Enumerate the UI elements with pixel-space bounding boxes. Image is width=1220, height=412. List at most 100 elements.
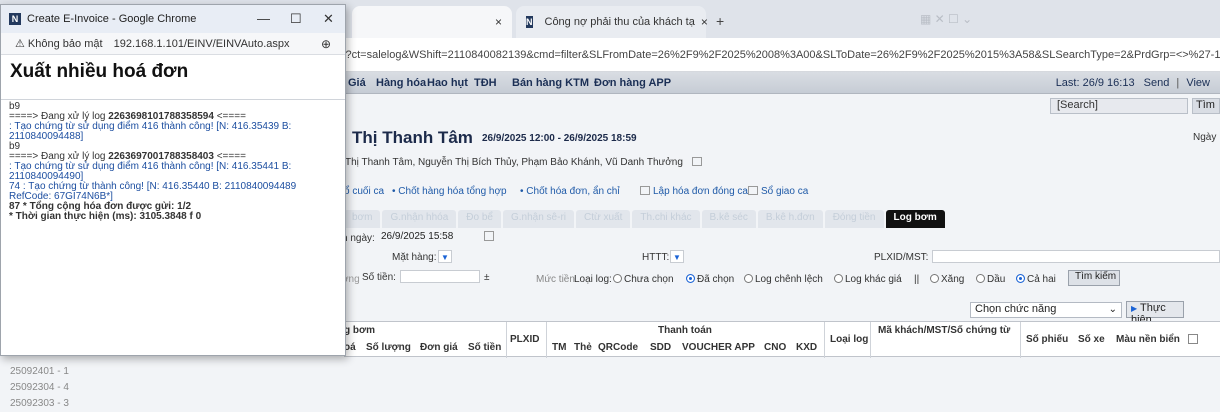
close-button[interactable]: ✕ [323,11,334,27]
staff-list: Thị Thanh Tâm, Nguyễn Thị Bích Thủy, Phạ… [345,157,702,168]
popup-address-bar[interactable]: ⚠ Không bảo mật 192.168.1.101/EINV/EINVA… [1,33,345,55]
separator: || [914,274,920,285]
edit-icon[interactable] [691,157,702,166]
process-log: b9 ====> Đang xử lý log 2263698101788358… [9,102,339,342]
link-lap-hoa-don-label: Lập hóa đơn đóng ca [653,186,748,197]
log-line: * Thời gian thực hiện (ms): 3105.3848 f … [9,211,202,222]
divider [1020,322,1021,358]
execute-button[interactable]: ▶ Thực hiện [1126,301,1184,326]
minimize-button[interactable]: — [257,11,270,26]
col-so-tien: Số tiền [468,342,502,353]
link-so-giao-ca[interactable]: Sổ giao ca [748,186,808,197]
tab-bke-sec[interactable]: B.kê séc [701,210,756,228]
radio-icon [976,274,985,283]
col-voucher-app: VOUCHER APP [682,342,755,353]
nav-item-tdh[interactable]: TĐH [474,77,497,89]
radio-log-chenh-lech[interactable]: Log chênh lệch [744,274,823,285]
log-line: : Tạo chứng từ sử dụng điểm 416 thành cô… [9,161,292,182]
radio-ca-hai[interactable]: Cả hai [1016,274,1056,285]
nav-item-hang-hoa[interactable]: Hàng hóa [376,77,426,89]
site-favicon-icon: N [526,16,533,28]
link-cuoi-ca[interactable]: ổ cuối ca [344,186,384,197]
window-controls-faded-icon: ▦ ✕ ☐ ⌄ [920,12,973,26]
chevron-down-icon: ▼ [441,253,449,262]
divider [824,322,825,358]
list-item[interactable]: 25092303 - 3 [10,398,69,409]
radio-xang[interactable]: Xăng [930,274,964,285]
tab-close-icon[interactable]: × [495,15,502,29]
radio-log-khac-gia[interactable]: Log khác giá [834,274,902,285]
radio-label: Log chênh lệch [755,274,823,285]
send-link[interactable]: Send [1144,77,1170,89]
search-button[interactable]: Tìm [1192,98,1220,114]
divider [1,99,345,100]
list-item[interactable]: 25092401 - 1 [10,366,69,377]
not-secure-indicator[interactable]: ⚠ Không bảo mật [15,38,103,50]
tab-bke-hdon[interactable]: B.kê h.đơn [757,210,823,228]
date-label: Ngày [1193,132,1217,143]
link-chot-hang-hoa[interactable]: • Chốt hàng hóa tổng hợp [392,186,507,197]
col-the: Thẻ [574,342,592,353]
col-ma-khach: Mã khách/MST/Số chứng từ [878,325,1011,336]
muc-tien-label: Mức tiền [536,274,575,285]
col-group-thanh-toan: Thanh toán [658,325,712,336]
maximize-button[interactable]: ☐ [290,11,302,27]
nav-item-ban-hang-ktm[interactable]: Bán hàng KTM [512,77,589,89]
so-tien-input[interactable] [400,270,480,283]
plxid-input[interactable] [932,250,1220,263]
col-group-bom: g bơm [344,325,375,336]
tab-ctu-xuat[interactable]: Ctừ xuất [576,210,631,228]
einvoice-popup-window: N Create E-Invoice - Google Chrome — ☐ ✕… [0,4,346,356]
radio-chua-chon[interactable]: Chưa chọn [613,274,674,285]
tim-kiem-button[interactable]: Tìm kiếm [1068,270,1120,286]
tab-close-icon[interactable]: × [701,15,708,29]
col-plxid: PLXID [510,334,540,345]
tab-do-be[interactable]: Đo bể [458,210,501,228]
calendar-icon[interactable] [484,231,494,241]
date-filter-input[interactable]: 26/9/2025 15:58 [378,231,478,245]
tab-gnhan-hhoa[interactable]: G.nhận hhóa [382,210,457,228]
mat-hang-select[interactable]: ▼ [438,250,452,263]
select-all-checkbox[interactable] [1188,334,1198,344]
col-cno: CNO [764,342,787,353]
new-tab-button[interactable]: + [716,13,724,29]
tab-th-chi-khac[interactable]: Th.chi khác [632,210,700,228]
list-item[interactable]: 25092304 - 4 [10,382,69,393]
col-mau-nen-bien: Màu nền biển [1116,334,1180,345]
radio-icon [613,274,622,283]
staff-names: Thị Thanh Tâm, Nguyễn Thị Bích Thủy, Phạ… [345,157,683,168]
divider [546,322,547,358]
httt-select[interactable]: ▼ [670,250,684,263]
radio-dau[interactable]: Dầu [976,274,1005,285]
search-input[interactable]: [Search] [1050,98,1188,114]
browser-tab-active[interactable]: × [352,6,512,38]
nav-item-hao-hut[interactable]: Hao hụt [427,77,468,89]
tab-gnhan-seri[interactable]: G.nhận sê-ri [502,210,574,228]
loai-log-label: Loại log: [574,274,612,285]
col-kxd: KXD [796,342,818,353]
browser-tab-cong-no[interactable]: N Công nợ phải thu của khách tạ × [516,6,708,38]
muc-tien-input[interactable] [496,270,532,283]
log-line: 74 : Tạo chứng từ thành công! [N: 416.35… [9,181,297,202]
zoom-icon[interactable]: ⊕ [321,33,331,55]
view-link[interactable]: View [1186,77,1210,89]
tab-dong-tien[interactable]: Đóng tiền [824,210,884,228]
separator: | [1176,77,1180,89]
col-so-xe: Số xe [1078,334,1105,345]
nav-item-gia[interactable]: Giá [348,77,366,89]
url-text: x?ct=salelog&WShift=2110840082139&cmd=fi… [340,49,1220,61]
popup-title: Create E-Invoice - Google Chrome [27,13,197,25]
function-select[interactable]: Chọn chức năng ⌄ [970,302,1122,318]
popup-titlebar[interactable]: N Create E-Invoice - Google Chrome — ☐ ✕ [1,5,345,33]
col-tm: TM [552,342,567,353]
tab-bom[interactable]: bơm [344,210,381,228]
divider [870,322,871,358]
tab-log-bom[interactable]: Log bơm [885,210,945,228]
link-chot-hoa-don[interactable]: • Chốt hóa đơn, ẩn chỉ [520,186,620,197]
radio-da-chon[interactable]: Đã chọn [686,274,734,285]
radio-selected-icon [1016,274,1025,283]
nav-item-don-hang-app[interactable]: Đơn hàng APP [594,77,671,89]
radio-label: Đã chọn [697,274,735,285]
popup-url: 192.168.1.101/EINV/EINVAuto.aspx [113,38,290,50]
link-lap-hoa-don[interactable]: Lập hóa đơn đóng ca [640,186,748,197]
